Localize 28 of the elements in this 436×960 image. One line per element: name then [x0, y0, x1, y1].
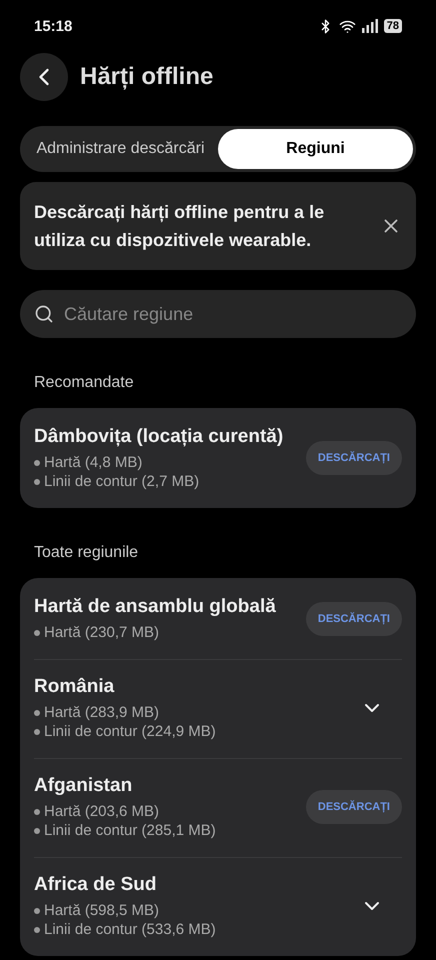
region-name: Hartă de ansamblu globală — [34, 596, 277, 618]
status-time: 15:18 — [34, 18, 72, 34]
region-detail: Hartă (203,6 MB) — [34, 803, 306, 820]
region-name: Dâmbovița (locația curentă) — [34, 426, 284, 448]
section-title: Recomandate — [33, 373, 135, 393]
search-field[interactable]: Căutare regiune — [20, 290, 416, 338]
region-detail: Linii de contur (285,1 MB) — [34, 822, 306, 839]
page-title: Hărți offline — [80, 63, 214, 91]
tab[interactable]: Regiuni — [218, 129, 413, 169]
download-button[interactable]: DESCĂRCAȚI — [306, 441, 402, 475]
region-detail: Linii de contur (2,7 MB) — [34, 473, 306, 490]
region-detail: Hartă (230,7 MB) — [34, 624, 306, 641]
region-name: Africa de Sud — [34, 874, 158, 896]
battery-level: 78 — [384, 19, 402, 33]
region-detail: Hartă (4,8 MB) — [34, 454, 306, 471]
region-detail: Linii de contur (224,9 MB) — [34, 723, 342, 740]
region-detail: Linii de contur (533,6 MB) — [34, 921, 342, 938]
tab[interactable]: Administrare descărcări — [23, 129, 218, 169]
region-name: România — [34, 676, 116, 698]
region-detail: Hartă (283,9 MB) — [34, 704, 342, 721]
region-name: Afganistan — [34, 775, 134, 797]
region-detail: Hartă (598,5 MB) — [34, 902, 342, 919]
section-title: Toate regiunile — [33, 543, 140, 563]
download-button[interactable]: DESCĂRCAȚI — [306, 602, 402, 636]
back-button[interactable] — [20, 53, 68, 101]
download-button[interactable]: DESCĂRCAȚI — [306, 790, 402, 824]
signal-icon — [362, 19, 378, 33]
banner-text: Descărcați hărți offline pentru a le utiliza cu dispozitivele wearable. — [34, 201, 326, 252]
